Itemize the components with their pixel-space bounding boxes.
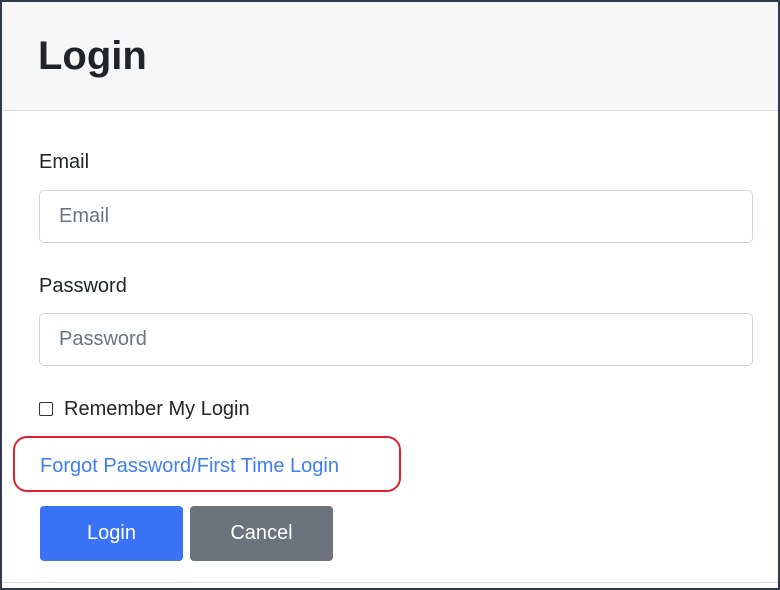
- footer-divider: [2, 582, 778, 583]
- login-button[interactable]: Login: [40, 506, 183, 561]
- cancel-button[interactable]: Cancel: [190, 506, 333, 561]
- login-card: Login Email Password Remember My Login F…: [0, 0, 780, 590]
- password-label: Password: [39, 275, 127, 297]
- email-field[interactable]: [39, 190, 753, 243]
- card-header: Login: [2, 2, 778, 111]
- remember-login-checkbox[interactable]: [39, 402, 53, 416]
- remember-login-label: Remember My Login: [64, 397, 250, 420]
- page-title: Login: [38, 34, 147, 78]
- email-label: Email: [39, 151, 90, 173]
- remember-login-row[interactable]: Remember My Login: [39, 397, 250, 421]
- password-field[interactable]: [39, 313, 753, 366]
- forgot-password-link[interactable]: Forgot Password/First Time Login: [40, 454, 339, 478]
